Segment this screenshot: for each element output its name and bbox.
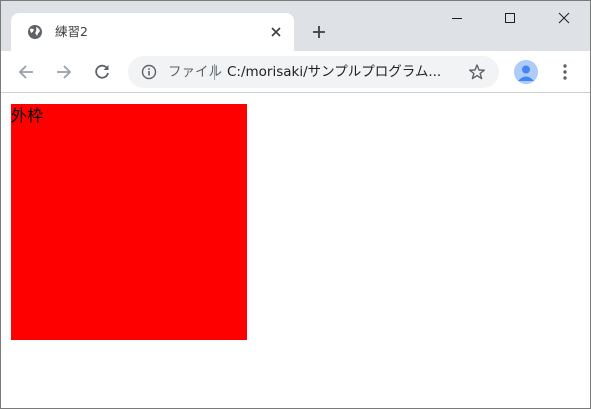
profile-avatar-icon[interactable] bbox=[514, 60, 538, 84]
back-arrow-icon[interactable] bbox=[14, 60, 38, 84]
close-icon[interactable] bbox=[541, 1, 587, 35]
tab-close-icon[interactable] bbox=[266, 22, 286, 42]
globe-icon bbox=[27, 24, 43, 40]
toolbar: ファイル C:/morisaki/サンプルプログラム... bbox=[1, 51, 590, 93]
address-bar[interactable]: ファイル C:/morisaki/サンプルプログラム... bbox=[128, 56, 499, 88]
url-text[interactable]: C:/morisaki/サンプルプログラム... bbox=[227, 63, 449, 81]
address-separator bbox=[214, 64, 215, 80]
reload-icon[interactable] bbox=[90, 60, 114, 84]
tab-strip: 練習2 bbox=[1, 1, 590, 51]
outer-frame-label: 外枠 bbox=[11, 106, 44, 125]
page-viewport: 外枠 bbox=[1, 94, 590, 408]
maximize-icon[interactable] bbox=[487, 1, 533, 35]
kebab-menu-icon[interactable] bbox=[553, 60, 577, 84]
tab-active[interactable]: 練習2 bbox=[11, 13, 294, 51]
info-icon[interactable] bbox=[141, 64, 157, 80]
new-tab-button[interactable] bbox=[307, 20, 331, 44]
tab-title: 練習2 bbox=[55, 24, 88, 39]
bookmark-star-icon[interactable] bbox=[467, 62, 487, 82]
outer-frame-box: 外枠 bbox=[11, 104, 247, 340]
minimize-icon[interactable] bbox=[434, 1, 480, 35]
forward-arrow-icon[interactable] bbox=[52, 60, 76, 84]
browser-window: 練習2 ファイル C:/morisaki/サンプルプログラム... 外枠 bbox=[0, 0, 591, 409]
